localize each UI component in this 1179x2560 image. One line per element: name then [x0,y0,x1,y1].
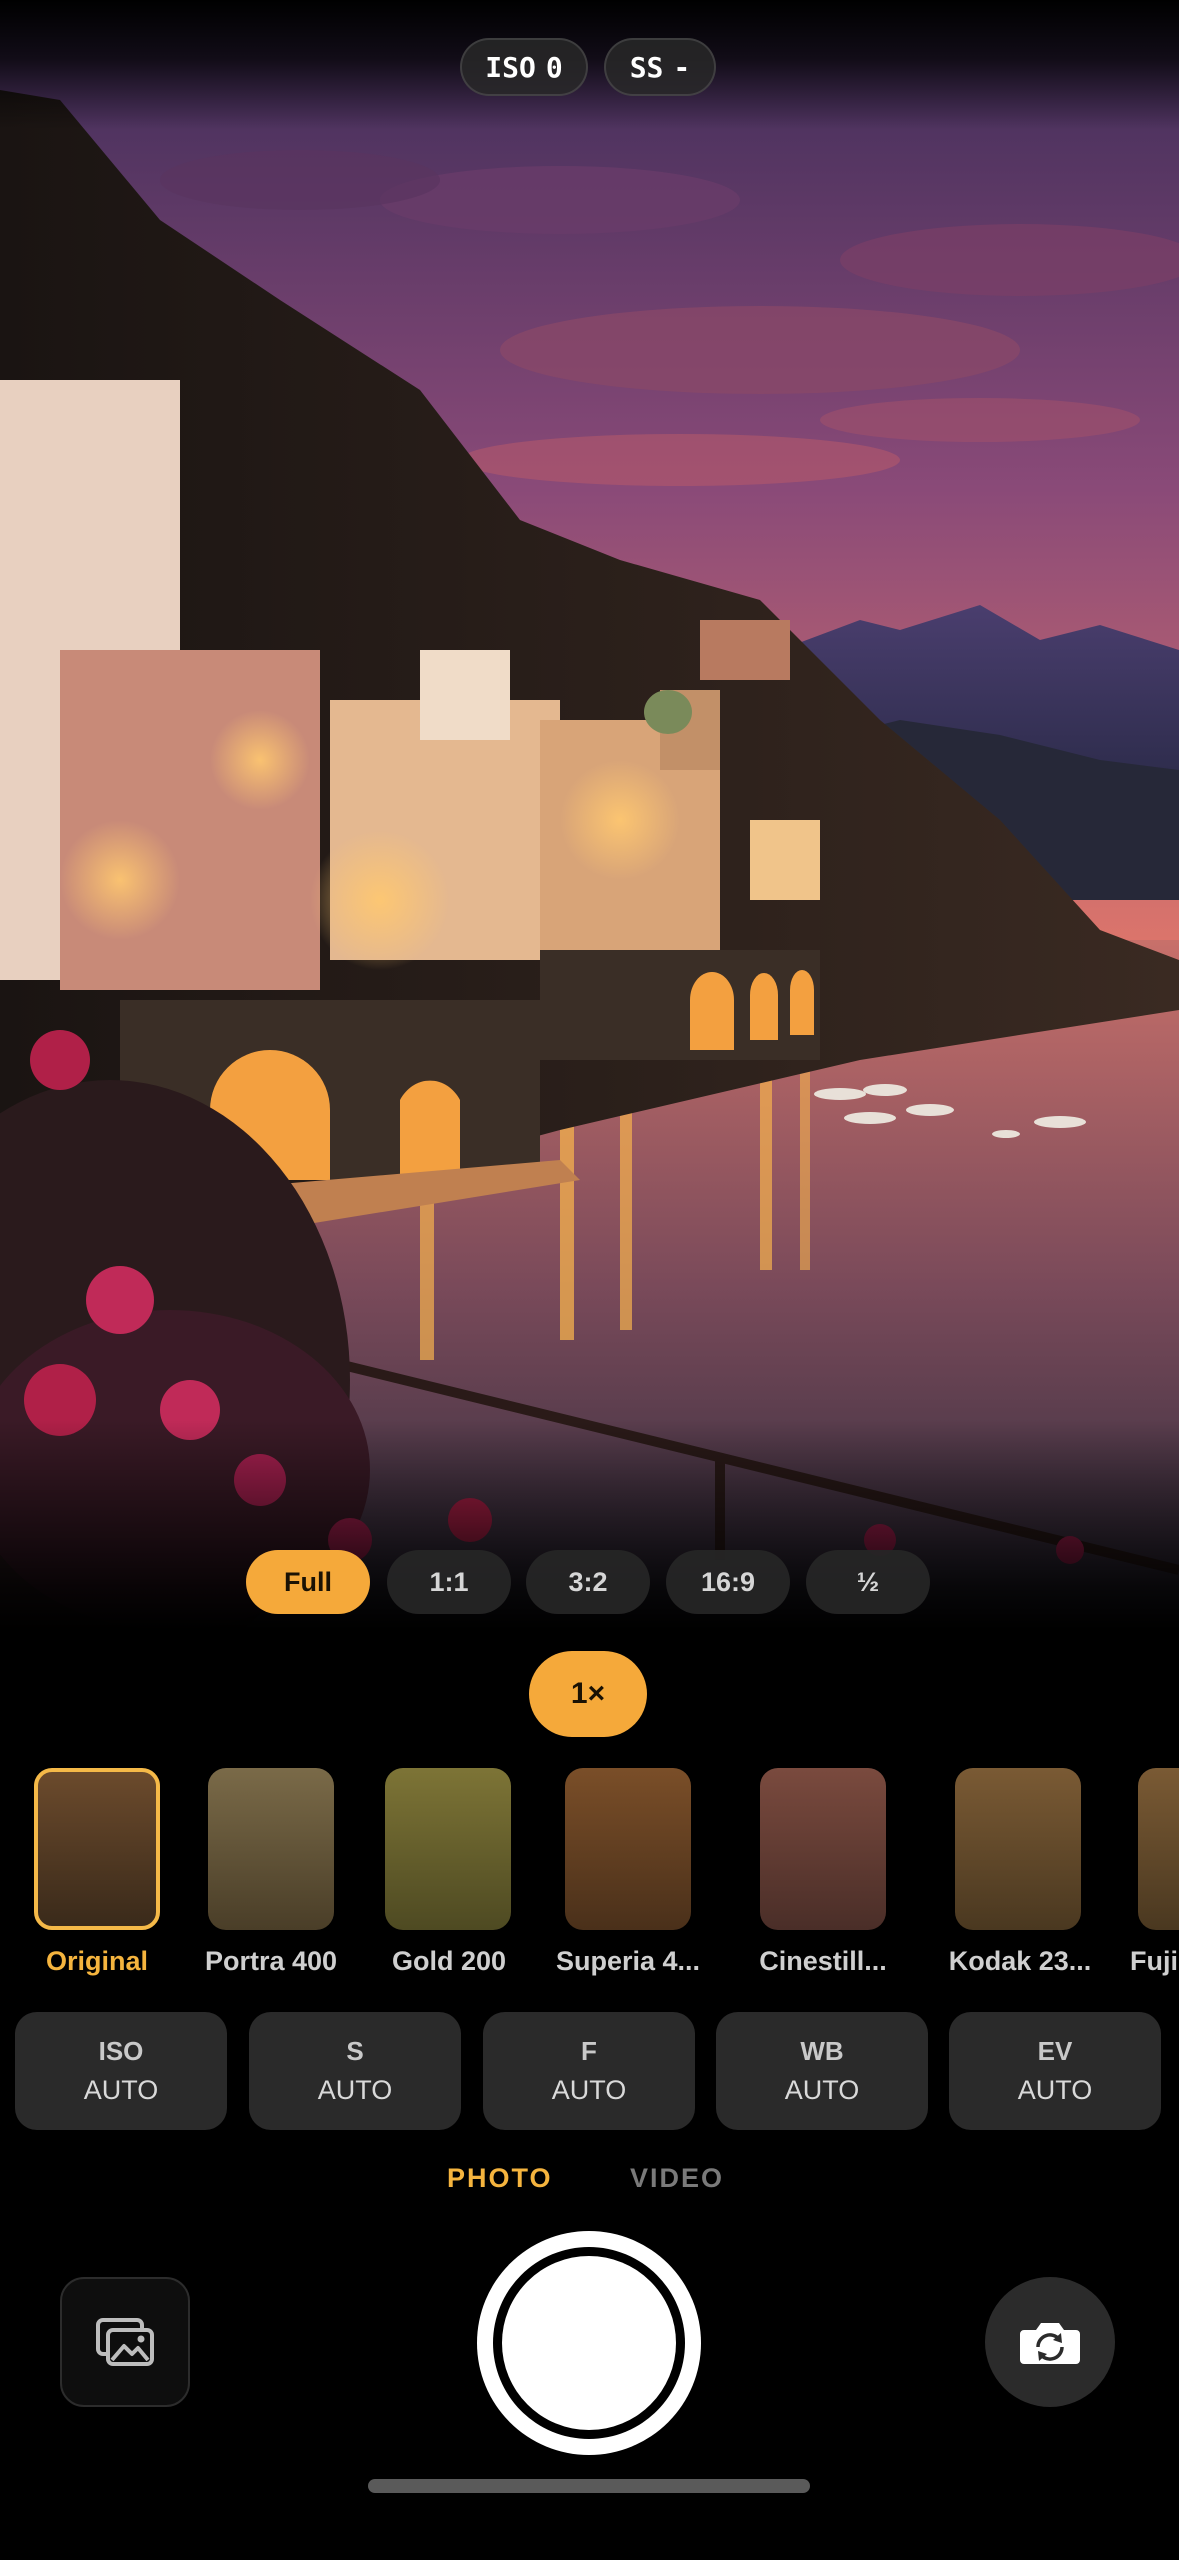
top-gradient-overlay [0,0,1179,130]
filter-swatch-original[interactable] [34,1768,160,1930]
mode-photo[interactable]: PHOTO [447,2163,553,2194]
filter-swatch-gold-200[interactable] [385,1768,511,1930]
iso-readout-value: 0 [545,50,563,84]
aperture-param-label: F [581,2036,597,2066]
camera-flip-icon [1020,2323,1080,2364]
shutter-speed-readout-chip[interactable]: SS - [604,38,716,96]
iso-readout-chip[interactable]: ISO 0 [460,38,588,96]
aspect-ratio-selector: Full 1:1 3:2 16:9 ½ [0,1550,1179,1614]
iso-readout-label: ISO [485,50,536,84]
filter-label-gold-200[interactable]: Gold 200 [354,1946,544,1977]
white-balance-param-button[interactable]: WB AUTO [716,2012,928,2130]
shutter-param-label: S [346,2036,364,2066]
photo-gallery-icon [96,2318,154,2366]
filter-swatch-portra-400[interactable] [208,1768,334,1930]
flip-camera-button[interactable] [985,2277,1115,2407]
filter-label-fuji[interactable]: Fuji [1130,1946,1179,1977]
gallery-button[interactable] [60,2277,190,2407]
zoom-button[interactable]: 1× [529,1651,647,1737]
filter-label-portra-400[interactable]: Portra 400 [176,1946,366,1977]
ss-readout-label: SS [629,50,664,84]
iso-param-button[interactable]: ISO AUTO [15,2012,227,2130]
aspect-option-16-9[interactable]: 16:9 [666,1550,790,1614]
shutter-core[interactable] [502,2256,676,2430]
aspect-option-full[interactable]: Full [246,1550,370,1614]
white-balance-param-label: WB [800,2036,844,2066]
aspect-option-half[interactable]: ½ [806,1550,930,1614]
exposure-comp-param-value: AUTO [1017,2075,1093,2105]
exposure-comp-param-label: EV [1037,2036,1073,2066]
camera-viewfinder[interactable] [0,0,1179,1630]
ss-readout-value: - [673,50,691,84]
viewfinder-scene [0,0,1179,1630]
filter-swatch-superia[interactable] [565,1768,691,1930]
filter-swatch-fuji[interactable] [1138,1768,1179,1930]
mode-video[interactable]: VIDEO [630,2163,724,2194]
filter-swatch-kodak[interactable] [955,1768,1081,1930]
aspect-option-3-2[interactable]: 3:2 [526,1550,650,1614]
filter-label-original[interactable]: Original [2,1946,192,1977]
shutter-param-value: AUTO [317,2075,393,2105]
iso-param-label: ISO [98,2036,144,2066]
iso-param-value: AUTO [83,2075,159,2105]
exposure-comp-param-button[interactable]: EV AUTO [949,2012,1161,2130]
filter-label-cinestill[interactable]: Cinestill... [728,1946,918,1977]
aperture-param-button[interactable]: F AUTO [483,2012,695,2130]
filter-label-kodak[interactable]: Kodak 23... [925,1946,1115,1977]
aperture-param-value: AUTO [551,2075,627,2105]
aspect-option-1-1[interactable]: 1:1 [387,1550,511,1614]
shutter-param-button[interactable]: S AUTO [249,2012,461,2130]
filter-swatch-cinestill[interactable] [760,1768,886,1930]
filter-label-superia[interactable]: Superia 4... [533,1946,723,1977]
home-indicator[interactable] [368,2479,810,2493]
white-balance-param-value: AUTO [784,2075,860,2105]
